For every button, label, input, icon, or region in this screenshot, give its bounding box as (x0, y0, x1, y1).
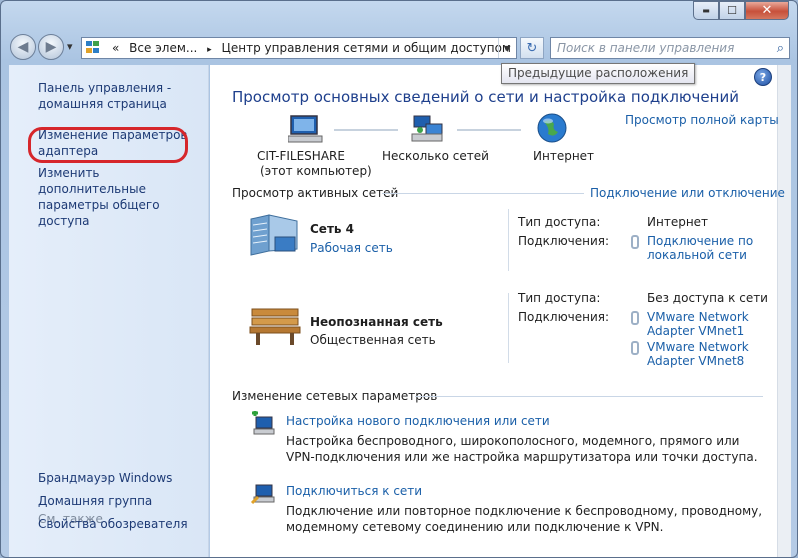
minimize-button[interactable]: ▬ (693, 1, 719, 20)
divider (382, 193, 584, 194)
control-panel-icon (86, 41, 104, 55)
globe-icon (537, 113, 567, 143)
address-dropdown-icon[interactable]: ▼ (498, 38, 516, 58)
tooltip: Предыдущие расположения (501, 63, 696, 84)
ethernet-icon (631, 235, 639, 249)
map-connector (457, 129, 521, 131)
map-connector (334, 129, 398, 131)
network-1-access-label: Тип доступа: (518, 215, 601, 229)
vmnet8-link-line1[interactable]: VMware Network (647, 340, 749, 354)
breadcrumb: « Все элем... ▸ Центр управления сетями … (112, 41, 511, 55)
sidebar-link-internet-options[interactable]: Свойства обозревателя (38, 516, 188, 532)
close-button[interactable]: ✕ (745, 1, 789, 20)
back-button[interactable]: ◀ (10, 34, 36, 60)
highlight-annotation (28, 127, 188, 163)
refresh-button[interactable]: ↻ (520, 37, 544, 59)
sidebar-advanced-sharing-link[interactable]: Изменить дополнительные параметры общего… (38, 165, 203, 229)
network-2-access-label: Тип доступа: (518, 291, 601, 305)
close-icon: ✕ (761, 3, 773, 18)
change-settings-heading: Изменение сетевых параметров (232, 389, 438, 403)
address-bar[interactable]: « Все элем... ▸ Центр управления сетями … (81, 37, 517, 59)
network-2-name: Неопознанная сеть (310, 315, 443, 329)
help-icon[interactable]: ? (754, 68, 772, 86)
computer-icon (288, 115, 323, 143)
full-map-link[interactable]: Просмотр полной карты (625, 113, 779, 127)
work-network-icon (250, 214, 298, 256)
network-2-access-value: Без доступа к сети (647, 291, 768, 305)
map-multiple-label: Несколько сетей (382, 149, 489, 163)
connection-link-line2[interactable]: локальной сети (647, 248, 753, 262)
connect-disconnect-link[interactable]: Подключение или отключение (590, 186, 785, 200)
network-2-connections-label: Подключения: (518, 310, 610, 324)
network-1-connection-link[interactable]: Подключение по локальной сети (647, 234, 753, 262)
maximize-button[interactable]: ☐ (719, 1, 745, 20)
connect-to-network-icon (250, 484, 275, 505)
maximize-icon: ☐ (727, 4, 737, 17)
connect-to-network-desc-2: модемному сетевому соединению или подклю… (286, 520, 664, 534)
search-placeholder: Поиск в панели управления (557, 41, 735, 55)
chevron-down-icon: ▾ (67, 40, 73, 53)
back-arrow-icon: ◀ (17, 39, 29, 55)
sidebar-link-firewall[interactable]: Брандмауэр Windows (38, 470, 172, 486)
caption-buttons: ▬ ☐ ✕ (693, 1, 789, 20)
setup-new-connection-desc-1: Настройка беспроводного, широкополосного… (286, 434, 740, 448)
connect-to-network-link[interactable]: Подключиться к сети (286, 484, 422, 498)
network-1-connections-label: Подключения: (518, 234, 610, 248)
divider (508, 209, 509, 271)
new-connection-icon (252, 411, 275, 435)
minimize-icon: ▬ (702, 6, 710, 15)
vmnet8-connection-link[interactable]: VMware Network Adapter VMnet8 (647, 340, 749, 368)
divider (415, 396, 763, 397)
sidebar-link-homegroup[interactable]: Домашняя группа (38, 493, 152, 509)
breadcrumb-network-center[interactable]: Центр управления сетями и общим доступом (222, 41, 511, 55)
search-icon[interactable]: ⌕ (777, 41, 784, 56)
vmnet1-link-line2[interactable]: Adapter VMnet1 (647, 324, 749, 338)
setup-new-connection-link[interactable]: Настройка нового подключения или сети (286, 414, 550, 428)
recent-pages-dropdown[interactable]: ▾ (67, 40, 73, 53)
public-network-bench-icon (249, 308, 301, 345)
network-1-access-value: Интернет (647, 215, 709, 229)
network-2-type: Общественная сеть (310, 333, 436, 347)
forward-button[interactable]: ▶ (38, 34, 64, 60)
network-1-type-link[interactable]: Рабочая сеть (310, 241, 393, 255)
connect-to-network-desc-1: Подключение или повторное подключение к … (286, 504, 763, 518)
sidebar-home-link[interactable]: Панель управления - домашняя страница (38, 80, 188, 112)
vmnet8-link-line2[interactable]: Adapter VMnet8 (647, 354, 749, 368)
active-networks-heading: Просмотр активных сетей (232, 186, 399, 200)
vertical-scrollbar[interactable] (777, 65, 791, 557)
search-input[interactable]: Поиск в панели управления ⌕ (550, 37, 790, 59)
ethernet-icon (631, 311, 639, 325)
breadcrumb-overflow[interactable]: « (112, 41, 119, 55)
setup-new-connection-desc-2: VPN-подключения или же настройка маршрут… (286, 450, 758, 464)
multiple-networks-icon (411, 115, 443, 142)
divider (508, 293, 509, 363)
breadcrumb-all-items[interactable]: Все элем... (129, 41, 197, 55)
refresh-icon: ↻ (526, 40, 538, 56)
page-title: Просмотр основных сведений о сети и наст… (232, 88, 739, 106)
window: ▬ ☐ ✕ ◀ ▶ ▾ « Все элем... ▸ Центр управл… (0, 0, 798, 558)
vmnet1-connection-link[interactable]: VMware Network Adapter VMnet1 (647, 310, 749, 338)
connection-link-line1[interactable]: Подключение по (647, 234, 753, 248)
forward-arrow-icon: ▶ (45, 39, 57, 55)
map-internet-label: Интернет (533, 149, 595, 163)
vmnet1-link-line1[interactable]: VMware Network (647, 310, 749, 324)
map-computer-label: CIT-FILESHARE (257, 149, 345, 163)
breadcrumb-separator-icon[interactable]: ▸ (207, 45, 212, 55)
map-computer-sublabel: (этот компьютер) (260, 164, 372, 178)
network-1-name: Сеть 4 (310, 222, 355, 236)
ethernet-icon (631, 341, 639, 355)
